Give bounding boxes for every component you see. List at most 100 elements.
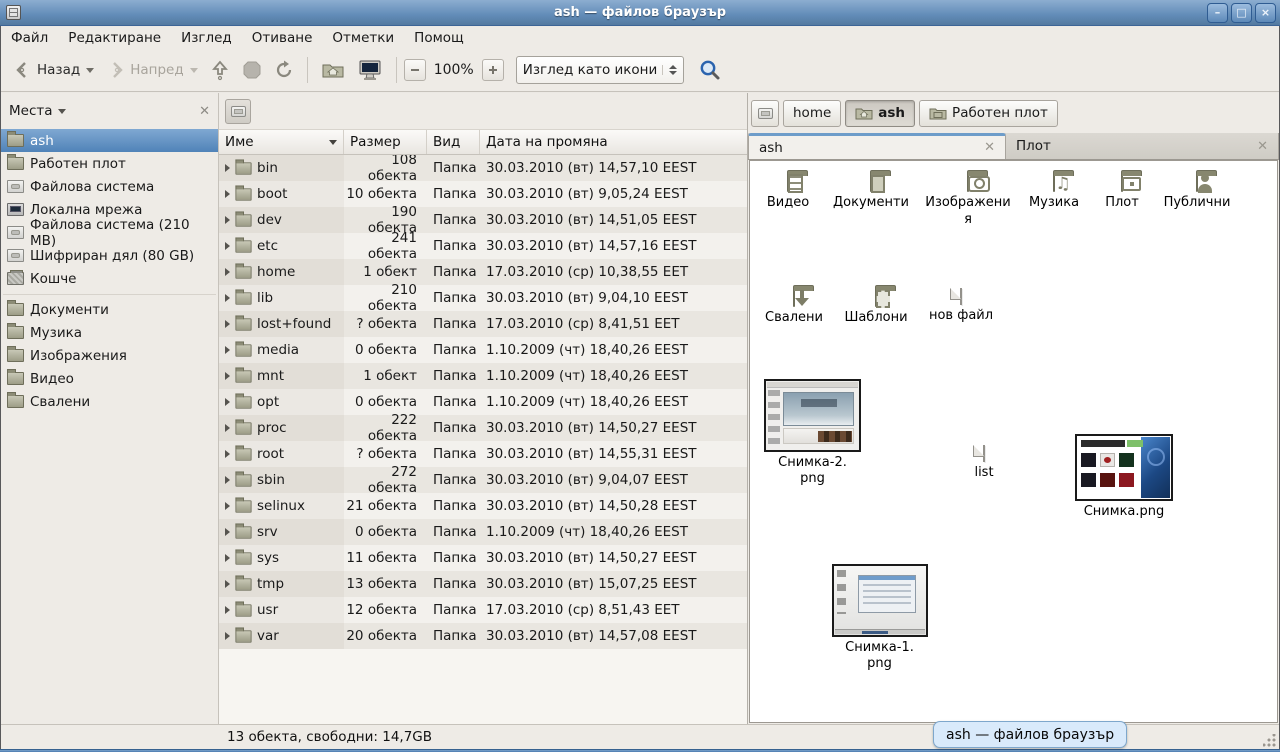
file-row[interactable]: usr 12 обекта Папка 17.03.2010 (ср) 8,51… — [219, 597, 747, 623]
file-row[interactable]: home 1 обект Папка 17.03.2010 (ср) 10,38… — [219, 259, 747, 285]
sidebar-place-item[interactable]: Шифриран дял (80 GB) — [1, 244, 218, 267]
resize-grip[interactable] — [1263, 734, 1276, 747]
expander-icon[interactable] — [225, 632, 230, 640]
folder-item-templates[interactable]: Шаблони — [837, 291, 915, 327]
folder-item-music[interactable]: Музика — [1016, 176, 1092, 212]
path-current-button[interactable]: ash — [845, 100, 915, 127]
file-row[interactable]: media 0 обекта Папка 1.10.2009 (чт) 18,4… — [219, 337, 747, 363]
file-row[interactable]: opt 0 обекта Папка 1.10.2009 (чт) 18,40,… — [219, 389, 747, 415]
expander-icon[interactable] — [225, 294, 230, 302]
expander-icon[interactable] — [225, 450, 230, 458]
sidebar-place-item[interactable]: Файлова система (210 MB) — [1, 221, 218, 244]
up-button[interactable] — [204, 54, 236, 86]
column-header-type[interactable]: Вид — [427, 130, 480, 154]
file-row[interactable]: srv 0 обекта Папка 1.10.2009 (чт) 18,40,… — [219, 519, 747, 545]
path-desktop-button[interactable]: Работен плот — [919, 100, 1058, 127]
menu-file[interactable]: Файл — [1, 28, 58, 48]
sidebar-place-item[interactable]: Работен плот — [1, 152, 218, 175]
expander-icon[interactable] — [225, 190, 230, 198]
folder-item-documents[interactable]: Документи — [828, 176, 914, 212]
file-row[interactable]: sbin 272 обекта Папка 30.03.2010 (вт) 9,… — [219, 467, 747, 493]
close-button[interactable]: × — [1255, 3, 1276, 23]
sidebar-place-item[interactable]: Музика — [1, 321, 218, 344]
folder-item-downloads[interactable]: Свалени — [755, 291, 833, 327]
sidebar-place-item[interactable]: Видео — [1, 367, 218, 390]
menu-go[interactable]: Отиване — [242, 28, 323, 48]
reload-button[interactable] — [268, 54, 300, 86]
file-row[interactable]: root ? обекта Папка 30.03.2010 (вт) 14,5… — [219, 441, 747, 467]
zoom-out-button[interactable] — [404, 59, 426, 81]
file-row[interactable]: sys 11 обекта Папка 30.03.2010 (вт) 14,5… — [219, 545, 747, 571]
folder-item-images[interactable]: Изображения — [923, 176, 1013, 228]
file-row[interactable]: mnt 1 обект Папка 1.10.2009 (чт) 18,40,2… — [219, 363, 747, 389]
expander-icon[interactable] — [225, 606, 230, 614]
file-row[interactable]: bin 108 обекта Папка 30.03.2010 (вт) 14,… — [219, 155, 747, 181]
tab-close-icon[interactable]: ✕ — [974, 140, 995, 155]
folder-item-public[interactable]: Публични — [1157, 176, 1237, 212]
tab-close-icon[interactable]: ✕ — [1247, 139, 1268, 154]
expander-icon[interactable] — [225, 164, 230, 172]
image-item-snimka[interactable]: Снимка.png — [1072, 434, 1176, 520]
file-row[interactable]: selinux 21 обекта Папка 30.03.2010 (вт) … — [219, 493, 747, 519]
expander-icon[interactable] — [225, 580, 230, 588]
expander-icon[interactable] — [225, 398, 230, 406]
file-row[interactable]: dev 190 обекта Папка 30.03.2010 (вт) 14,… — [219, 207, 747, 233]
view-mode-combo[interactable]: Изглед като икони — [516, 56, 684, 84]
back-history-arrow-icon[interactable] — [86, 68, 94, 73]
file-row[interactable]: proc 222 обекта Папка 30.03.2010 (вт) 14… — [219, 415, 747, 441]
back-button[interactable]: Назад — [7, 54, 100, 86]
expander-icon[interactable] — [225, 346, 230, 354]
titlebar[interactable]: ash — файлов браузър – □ × — [0, 0, 1280, 26]
column-header-size[interactable]: Размер — [344, 130, 427, 154]
expander-icon[interactable] — [225, 216, 230, 224]
maximize-button[interactable]: □ — [1231, 3, 1252, 23]
sidebar-place-item[interactable]: ash — [1, 129, 218, 152]
minimize-button[interactable]: – — [1207, 3, 1228, 23]
filesystem-root-button[interactable] — [225, 99, 251, 124]
file-row[interactable]: etc 241 обекта Папка 30.03.2010 (вт) 14,… — [219, 233, 747, 259]
menu-edit[interactable]: Редактиране — [58, 28, 171, 48]
column-header-name[interactable]: Име — [219, 130, 344, 154]
sidebar-place-item[interactable]: Документи — [1, 298, 218, 321]
forward-button[interactable]: Напред — [100, 54, 203, 86]
forward-history-arrow-icon[interactable] — [190, 68, 198, 73]
path-root-button[interactable] — [751, 100, 779, 127]
expander-icon[interactable] — [225, 554, 230, 562]
file-row[interactable]: boot 10 обекта Папка 30.03.2010 (вт) 9,0… — [219, 181, 747, 207]
menu-view[interactable]: Изглед — [171, 28, 242, 48]
file-item-list[interactable]: list — [946, 446, 1022, 482]
expander-icon[interactable] — [225, 528, 230, 536]
folder-item-desktop[interactable]: Плот — [1084, 176, 1160, 212]
menu-bookmarks[interactable]: Отметки — [322, 28, 404, 48]
sidebar-mode-chevron-icon[interactable] — [58, 109, 66, 114]
folder-item-video[interactable]: Видео — [750, 176, 826, 212]
sidebar-title[interactable]: Места — [9, 103, 53, 119]
file-row[interactable]: lost+found ? обекта Папка 17.03.2010 (ср… — [219, 311, 747, 337]
tab-plot[interactable]: Плот ✕ — [1006, 133, 1279, 159]
search-button[interactable] — [692, 54, 728, 86]
expander-icon[interactable] — [225, 268, 230, 276]
file-item-new-file[interactable]: нов файл — [922, 289, 1000, 325]
file-row[interactable]: tmp 13 обекта Папка 30.03.2010 (вт) 15,0… — [219, 571, 747, 597]
home-button[interactable] — [315, 54, 351, 86]
expander-icon[interactable] — [225, 320, 230, 328]
sidebar-place-item[interactable]: Свалени — [1, 390, 218, 413]
image-item-snimka1[interactable]: Снимка-1.png — [829, 564, 930, 673]
stop-button[interactable] — [236, 54, 268, 86]
sidebar-place-item[interactable]: Изображения — [1, 344, 218, 367]
zoom-in-button[interactable] — [482, 59, 504, 81]
sidebar-place-item[interactable]: Файлова система — [1, 175, 218, 198]
image-item-snimka2[interactable]: Снимка-2.png — [762, 379, 863, 488]
expander-icon[interactable] — [225, 424, 230, 432]
icon-view[interactable]: Видео Документи Изображения Музика Плот — [749, 160, 1278, 723]
expander-icon[interactable] — [225, 242, 230, 250]
expander-icon[interactable] — [225, 502, 230, 510]
path-home-button[interactable]: home — [783, 100, 841, 127]
computer-button[interactable] — [351, 54, 389, 86]
sidebar-place-item[interactable]: Кошче — [1, 267, 218, 290]
column-header-date[interactable]: Дата на промяна — [480, 130, 747, 154]
tab-ash[interactable]: ash ✕ — [748, 133, 1006, 159]
expander-icon[interactable] — [225, 372, 230, 380]
sidebar-close-icon[interactable]: ✕ — [199, 104, 210, 119]
file-row[interactable]: var 20 обекта Папка 30.03.2010 (вт) 14,5… — [219, 623, 747, 649]
